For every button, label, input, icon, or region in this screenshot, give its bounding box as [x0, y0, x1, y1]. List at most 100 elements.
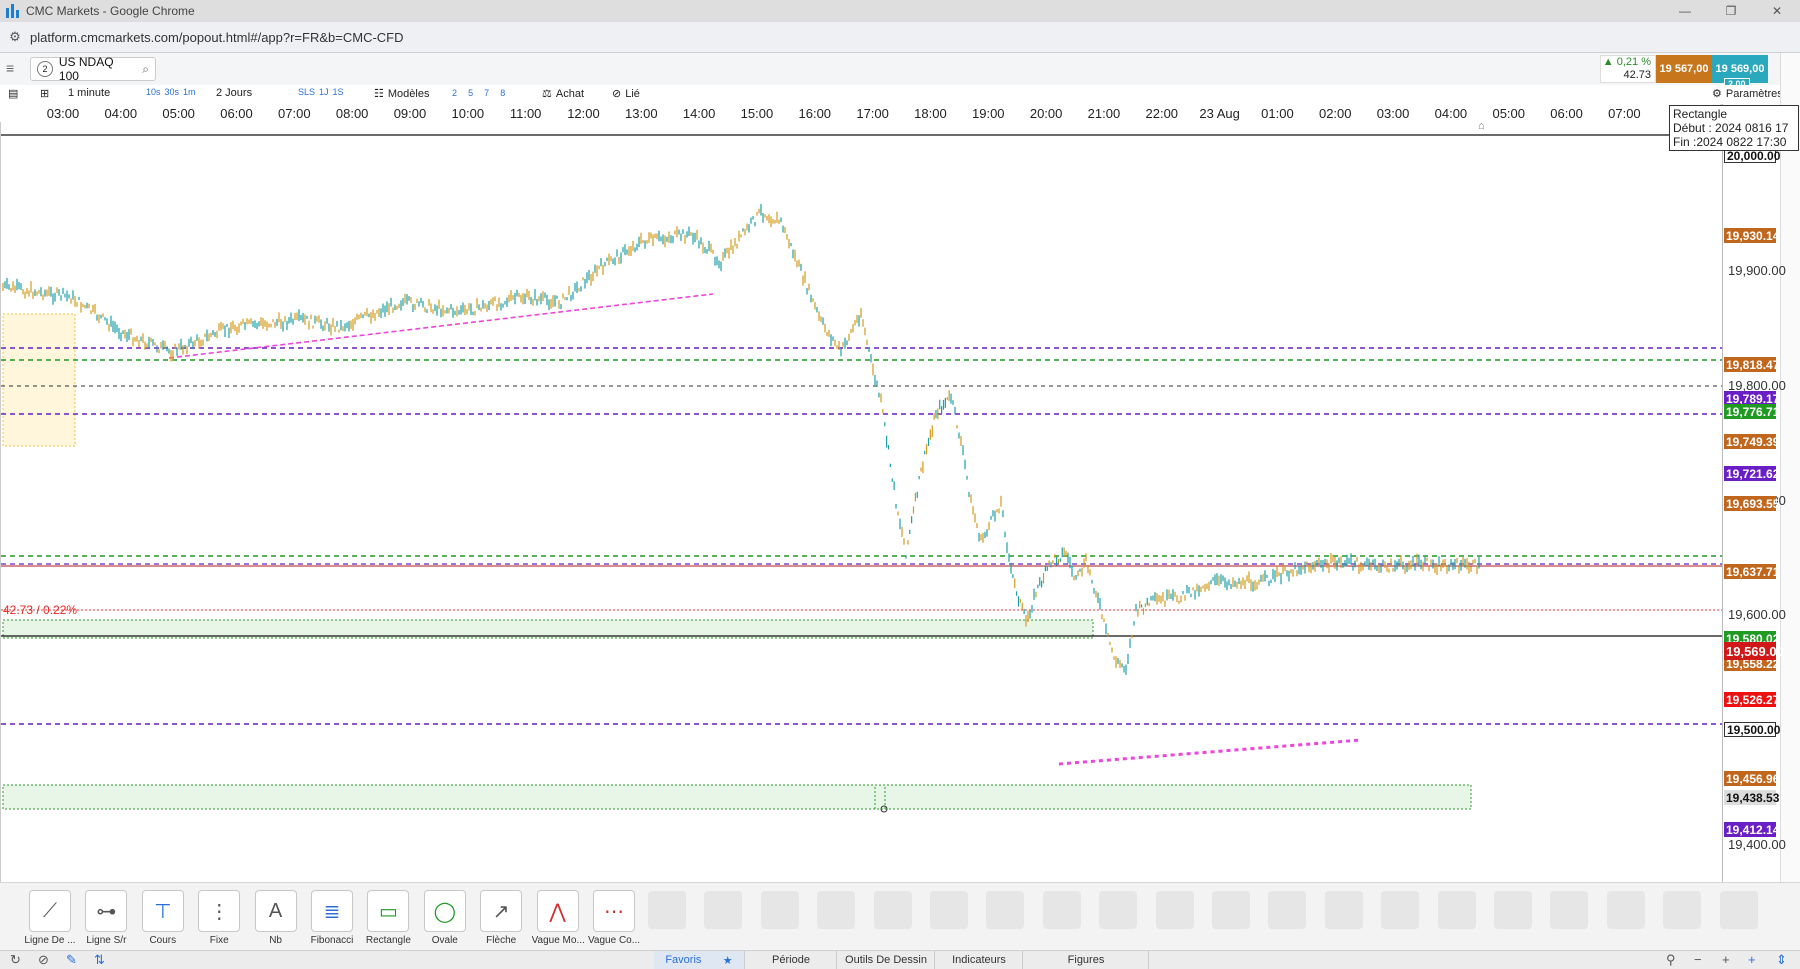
- chart-type-sls[interactable]: SLS: [298, 87, 315, 97]
- zoom-in-icon[interactable]: +: [1722, 952, 1730, 967]
- tool-wave-correction[interactable]: ⋯ Vague Co...: [588, 890, 640, 946]
- url-text[interactable]: platform.cmcmarkets.com/popout.html#/app…: [30, 30, 404, 45]
- empty-tool-slot[interactable]: [1606, 891, 1645, 929]
- close-button[interactable]: ✕: [1754, 0, 1800, 22]
- interval-30s[interactable]: 30s: [165, 87, 180, 97]
- interval-10s[interactable]: 10s: [146, 87, 161, 97]
- models-icon: ☷: [374, 88, 384, 100]
- zoom-out-icon[interactable]: −: [1694, 952, 1702, 967]
- tool-label: Nb: [269, 935, 282, 946]
- time-label: 18:00: [914, 106, 947, 121]
- empty-tool-slot[interactable]: [817, 891, 856, 929]
- instrument-name: US NDAQ 100: [58, 55, 114, 83]
- support-zone-upper[interactable]: [2, 619, 1094, 639]
- empty-tool-slot[interactable]: [1099, 891, 1138, 929]
- instrument-header: ≡ 2 US NDAQ 100 ⌕ ▲ 0,21 % 42.73 19 567,…: [0, 53, 1800, 90]
- buy-price-button[interactable]: 19 569,00 2.00: [1712, 55, 1768, 90]
- chart-type-1s[interactable]: 1S: [333, 87, 344, 97]
- cursor-icon[interactable]: ⇅: [94, 952, 105, 968]
- pin-icon[interactable]: ⚲: [1666, 952, 1676, 968]
- tab-indicateurs[interactable]: Indicateurs: [936, 951, 1023, 969]
- tab-favoris[interactable]: Favoris ★: [654, 951, 745, 969]
- empty-tool-slot[interactable]: [1494, 891, 1532, 929]
- empty-tool-slot[interactable]: [1437, 891, 1476, 929]
- address-bar[interactable]: ⚙ platform.cmcmarkets.com/popout.html#/a…: [0, 22, 1800, 53]
- models-button[interactable]: ☷ Modèles: [374, 87, 429, 101]
- price-label: 19,526.27: [1724, 692, 1780, 707]
- pencil-icon[interactable]: ✎: [66, 952, 77, 968]
- price-chart[interactable]: 42.73 / 0.22%: [0, 117, 1723, 882]
- interval-select[interactable]: 1 minute: [68, 87, 110, 99]
- empty-tool-slot[interactable]: [1268, 891, 1307, 929]
- crosshair-icon[interactable]: +: [1748, 952, 1756, 967]
- highlight-rectangle[interactable]: [2, 313, 76, 447]
- tool-arrow[interactable]: ↗ Flèche: [475, 890, 527, 946]
- tool-price-line[interactable]: ⊤ Cours: [137, 890, 189, 946]
- price-label: 19,930.14: [1724, 228, 1780, 243]
- menu-icon[interactable]: ≡: [6, 61, 22, 75]
- empty-tool-slot[interactable]: [704, 891, 743, 929]
- settings-button[interactable]: ⚙ Paramètres: [1712, 87, 1783, 101]
- wave-icon: ⋀: [536, 890, 579, 932]
- empty-tool-slot[interactable]: [1155, 891, 1194, 929]
- sell-price-button[interactable]: 19 567,00: [1656, 55, 1712, 83]
- search-icon[interactable]: ⌕: [142, 62, 149, 77]
- tool-vertical-line[interactable]: ⋮ Fixe: [193, 890, 245, 946]
- link-button[interactable]: ⊘ Lié: [612, 87, 640, 101]
- tab-outils[interactable]: Outils De Dessin: [838, 951, 935, 969]
- tool-fibonacci[interactable]: ≣ Fibonacci: [306, 890, 358, 946]
- tick-mode-7[interactable]: 7: [484, 88, 489, 98]
- tick-mode-2[interactable]: 2: [452, 88, 457, 98]
- refresh-icon[interactable]: ↻: [10, 952, 21, 968]
- tick-mode-8[interactable]: 8: [500, 88, 505, 98]
- tool-horizontal-line[interactable]: ⊶ Ligne S/r: [80, 890, 132, 946]
- empty-tool-slot[interactable]: [648, 891, 686, 929]
- empty-tool-slot[interactable]: [986, 891, 1025, 929]
- price-label: 19,438.53: [1724, 790, 1780, 805]
- restore-button[interactable]: ❐: [1708, 0, 1754, 22]
- empty-tool-slot[interactable]: [1324, 891, 1363, 929]
- minimize-button[interactable]: —: [1662, 0, 1708, 22]
- interval-1m[interactable]: 1m: [183, 87, 196, 97]
- layout-icon[interactable]: ⊞: [40, 87, 49, 100]
- time-label: 21:00: [1087, 106, 1121, 121]
- empty-tool-slot[interactable]: [930, 891, 968, 929]
- tool-wave[interactable]: ⋀ Vague Mo...: [532, 890, 584, 946]
- empty-tool-slot[interactable]: [1042, 891, 1081, 929]
- range-select[interactable]: 2 Jours: [216, 87, 252, 99]
- instrument-selector[interactable]: 2 US NDAQ 100 ⌕: [30, 55, 156, 83]
- time-label: 10:00: [451, 106, 485, 121]
- tick-mode-5[interactable]: 5: [468, 88, 473, 98]
- support-zone-lower[interactable]: [2, 784, 1472, 810]
- empty-tool-slot[interactable]: [1381, 891, 1420, 929]
- empty-tool-slot[interactable]: [873, 891, 912, 929]
- time-label: 04:00: [1434, 106, 1468, 121]
- tab-periode[interactable]: Période: [746, 951, 837, 969]
- chart-type-1j[interactable]: 1J: [319, 87, 329, 97]
- tool-label: Ligne S/r: [86, 935, 127, 946]
- price-tick: 19,600.00: [1728, 607, 1786, 622]
- tool-trend-line[interactable]: ⟋ Ligne De ...: [24, 890, 76, 946]
- trend-line-lower[interactable]: [1058, 738, 1362, 766]
- empty-tool-slot[interactable]: [1550, 891, 1589, 929]
- cancel-icon[interactable]: ⊘: [38, 952, 49, 968]
- home-scroll-icon[interactable]: ⌂: [1478, 120, 1490, 132]
- time-label: 08:00: [335, 106, 369, 121]
- link-label: Lié: [625, 87, 640, 100]
- empty-tool-slot[interactable]: [1212, 891, 1250, 929]
- tool-text[interactable]: A Nb: [250, 890, 302, 946]
- tool-rectangle[interactable]: ▭ Rectangle: [362, 890, 414, 946]
- empty-tool-slot[interactable]: [760, 891, 799, 929]
- empty-tool-slot[interactable]: [1663, 891, 1702, 929]
- empty-tool-slot[interactable]: [1719, 891, 1758, 929]
- chart-list-icon[interactable]: ▤: [8, 87, 18, 100]
- tool-label: Fixe: [209, 935, 229, 946]
- tool-oval[interactable]: ◯ Ovale: [419, 890, 471, 946]
- time-label: 02:00: [1318, 106, 1352, 121]
- tab-favoris-label: Favoris: [665, 954, 702, 966]
- site-settings-icon[interactable]: ⚙: [0, 29, 30, 45]
- expand-icon[interactable]: ⇕: [1776, 952, 1787, 968]
- side-button[interactable]: ⚖ Achat: [542, 87, 584, 101]
- tab-figures[interactable]: Figures: [1024, 951, 1149, 969]
- chart-canvas[interactable]: [1, 117, 1723, 882]
